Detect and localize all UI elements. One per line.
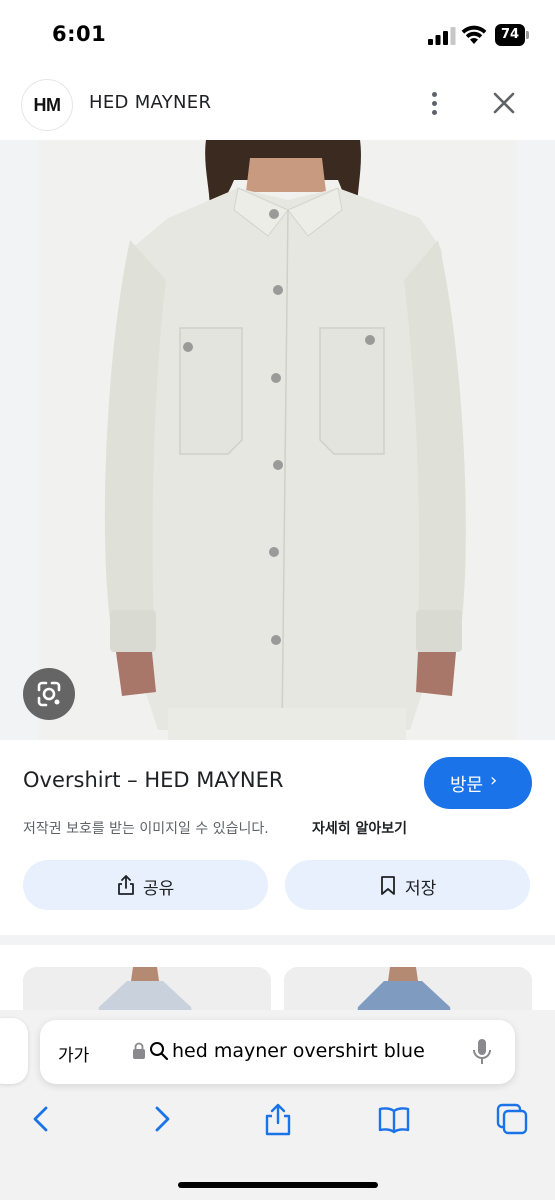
status-time: 6:01	[52, 22, 107, 46]
microphone-icon[interactable]	[472, 1038, 492, 1066]
battery-level: 74	[495, 24, 525, 46]
result-title[interactable]: Overshirt – HED MAYNER	[23, 768, 283, 792]
forward-icon[interactable]	[145, 1102, 179, 1136]
share-label: 공유	[143, 879, 175, 899]
share-icon[interactable]	[261, 1102, 295, 1136]
save-label: 저장	[405, 879, 437, 899]
search-icon	[150, 1042, 169, 1061]
section-divider	[0, 935, 555, 945]
previous-tab-peek[interactable]	[0, 1018, 28, 1084]
overshirt-illustration	[38, 140, 517, 740]
bookmarks-icon[interactable]	[377, 1102, 411, 1136]
google-lens-icon[interactable]	[23, 668, 75, 720]
save-button[interactable]: 저장	[285, 860, 530, 910]
battery-nub	[526, 31, 529, 39]
result-header: HM HED MAYNER	[0, 72, 555, 136]
text-size-button[interactable]: 가가	[58, 1041, 89, 1066]
tabs-icon[interactable]	[495, 1102, 529, 1136]
cellular-signal-icon	[428, 27, 456, 45]
copyright-notice: 저작권 보호를 받는 이미지일 수 있습니다.	[23, 821, 269, 837]
status-bar: 6:01 74	[0, 0, 555, 70]
chevron-right-icon: ›	[490, 770, 498, 791]
back-icon[interactable]	[24, 1102, 58, 1136]
product-photo[interactable]	[38, 140, 517, 740]
lock-icon	[133, 1042, 145, 1059]
site-logo[interactable]: HM	[22, 80, 72, 130]
visit-button[interactable]: 방문 ›	[424, 757, 532, 809]
share-icon	[118, 875, 134, 895]
wifi-icon	[461, 25, 487, 44]
battery-icon: 74	[495, 24, 529, 46]
close-icon[interactable]	[489, 88, 519, 118]
browser-toolbar	[0, 1090, 555, 1150]
learn-more-link[interactable]: 자세히 알아보기	[312, 818, 407, 838]
visit-label: 방문	[450, 775, 484, 796]
share-button[interactable]: 공유	[23, 860, 268, 910]
image-preview	[0, 140, 555, 740]
home-indicator[interactable]	[178, 1182, 378, 1188]
address-bar[interactable]: 가가 hed mayner overshirt blue	[40, 1020, 515, 1084]
search-query[interactable]: hed mayner overshirt blue	[172, 1040, 425, 1062]
browser-bottom-bar: 가가 hed mayner overshirt blue	[0, 1010, 555, 1200]
bookmark-icon	[381, 876, 395, 895]
more-vert-icon[interactable]	[423, 88, 447, 120]
lens-glyph	[37, 681, 61, 707]
site-name[interactable]: HED MAYNER	[89, 92, 211, 113]
